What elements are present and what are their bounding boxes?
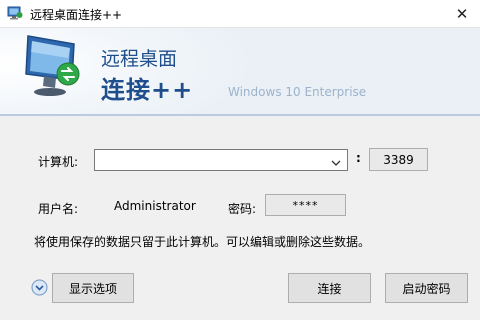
chevron-down-icon[interactable] <box>331 156 341 166</box>
rdp-monitor-icon <box>7 6 23 20</box>
connect-button[interactable]: 连接 <box>288 273 371 303</box>
password-label: 密码: <box>228 202 257 216</box>
rdp-monitor-logo-icon <box>22 34 92 104</box>
banner-title-line2: 连接++ <box>101 76 194 104</box>
computer-input[interactable] <box>97 152 323 168</box>
computer-combobox[interactable] <box>94 149 348 171</box>
window-title: 远程桌面连接++ <box>30 8 123 22</box>
port-separator: : <box>356 151 361 165</box>
expand-circle-icon[interactable] <box>31 279 48 296</box>
password-field[interactable]: **** <box>265 194 346 216</box>
connect-label: 连接 <box>317 281 342 296</box>
close-icon: ✕ <box>455 5 469 23</box>
info-text: 将使用保存的数据只留于此计算机。可以编辑或删除这些数据。 <box>34 235 371 249</box>
username-label: 用户名: <box>38 202 79 216</box>
title-bar: 远程桌面连接++ ✕ <box>0 0 480 28</box>
show-options-label: 显示选项 <box>68 281 117 296</box>
port-field[interactable]: 3389 <box>369 148 428 171</box>
banner-divider <box>0 114 480 116</box>
windows-edition-label: Windows 10 Enterprise <box>228 85 367 99</box>
launch-password-label: 启动密码 <box>402 281 451 296</box>
computer-label: 计算机: <box>38 155 79 169</box>
launch-password-button[interactable]: 启动密码 <box>385 273 468 303</box>
username-value: Administrator <box>114 199 196 213</box>
close-button[interactable]: ✕ <box>444 0 480 28</box>
banner-title-line1: 远程桌面 <box>101 48 178 70</box>
show-options-button[interactable]: 显示选项 <box>52 273 134 303</box>
